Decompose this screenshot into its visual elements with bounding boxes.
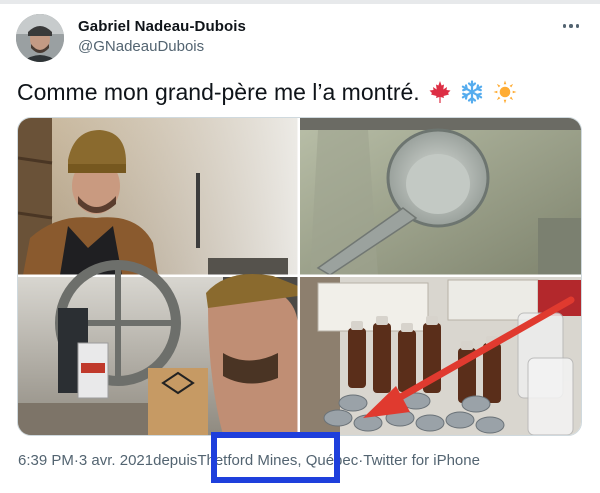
from-prefix: depuis	[153, 452, 198, 469]
author-handle[interactable]: @GNadeauDubois	[78, 38, 204, 55]
image-scoop-over-sap-pan[interactable]	[300, 118, 581, 276]
tweet-body: Comme mon grand-père me l’a montré.	[17, 79, 420, 105]
image-syrup-bottles[interactable]	[300, 277, 581, 435]
media-grid	[17, 117, 582, 436]
more-options-button[interactable]	[556, 14, 586, 38]
tweet-date[interactable]: 3 avr. 2021	[79, 452, 153, 469]
place-highlight-box	[211, 432, 340, 483]
author-name[interactable]: Gabriel Nadeau-Dubois	[78, 18, 246, 35]
snowflake-emoji	[460, 80, 484, 110]
image-canning-machine[interactable]	[18, 260, 298, 435]
sun-emoji	[493, 80, 517, 110]
avatar[interactable]	[16, 14, 64, 62]
maple-leaf-emoji	[428, 80, 452, 110]
image-man-in-sugar-shack[interactable]	[18, 118, 298, 275]
tweet-text: Comme mon grand-père me l’a montré.	[17, 78, 517, 110]
top-divider	[0, 0, 600, 4]
tweet-source[interactable]: Twitter for iPhone	[363, 452, 480, 469]
tweet-card: Gabriel Nadeau-Dubois @GNadeauDubois Com…	[0, 0, 600, 493]
more-dots-icon	[562, 24, 567, 28]
tweet-time[interactable]: 6:39 PM	[18, 452, 74, 469]
